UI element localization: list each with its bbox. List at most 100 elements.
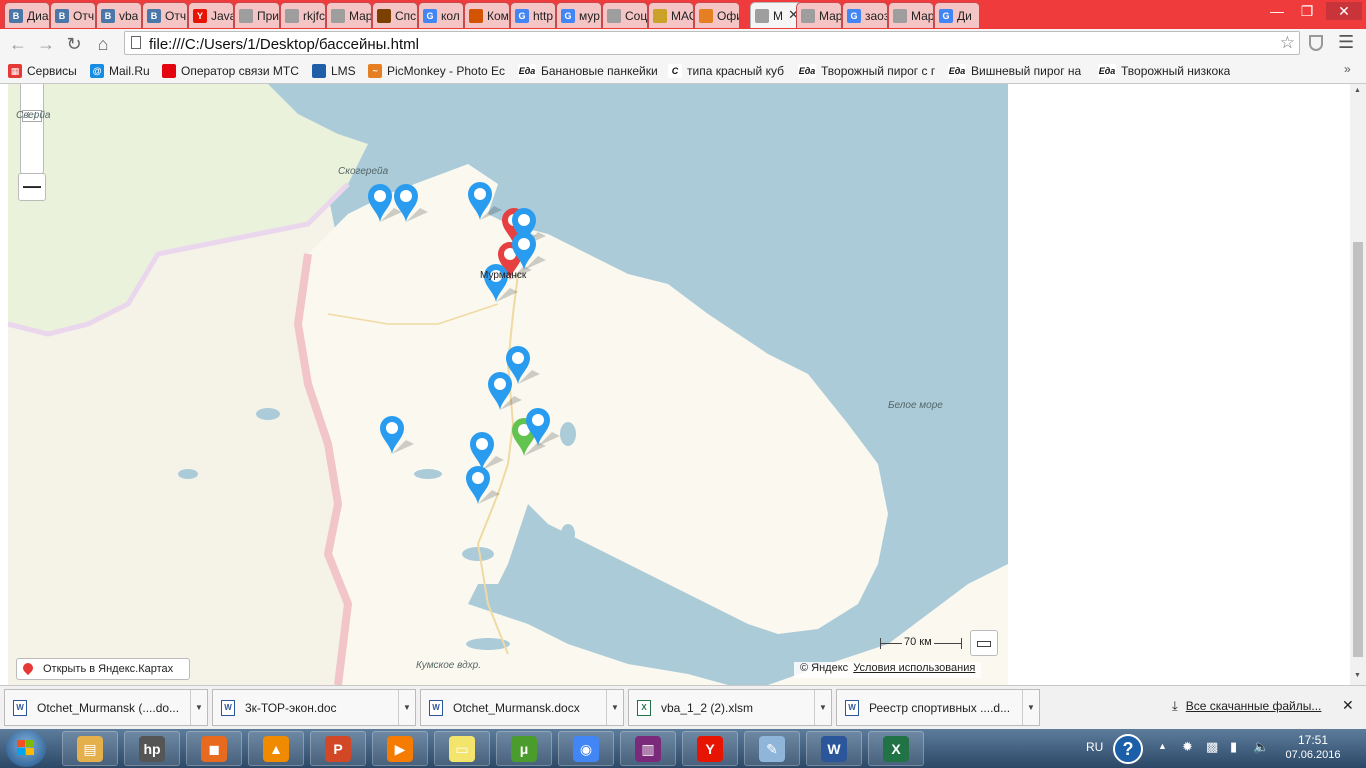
taskbar-explorer[interactable]: ▤ [62,731,118,766]
tab[interactable]: Gкол [418,2,464,28]
scroll-down-icon[interactable]: ▼ [1354,672,1361,679]
show-all-downloads-label: Все скачанные файлы... [1185,699,1322,713]
close-downloads-icon[interactable]: ✕ [1342,697,1354,714]
tab[interactable]: Офи [694,2,740,28]
tab[interactable]: В Отч [142,2,188,28]
taskbar-notepad[interactable]: ✎ [744,731,800,766]
clock-time: 17:51 [1297,733,1329,747]
bookmark-item[interactable]: Оператор связи МТС [162,62,299,80]
download-menu-icon[interactable]: ▼ [814,690,831,725]
taskbar-hp[interactable]: hp [124,731,180,766]
bookmark-item[interactable]: @ Mail.Ru [90,62,150,80]
bookmark-item[interactable]: Еда Вишневый пирог на [948,62,1081,80]
address-bar[interactable]: file:///C:/Users/1/Desktop/бассейны.html… [124,31,1300,55]
volume-icon[interactable]: 🔈 [1253,739,1269,755]
page-icon [239,8,253,23]
taskbar-winrar[interactable]: ▥ [620,731,676,766]
lake-4 [178,469,198,479]
bookmark-item[interactable]: Еда Банановые панкейки [518,62,658,80]
mts-icon [162,64,176,78]
taskbar-chrome[interactable]: ◉ [558,731,614,766]
zoom-out-button[interactable]: — [18,173,46,201]
taskbar-vlc[interactable]: ▲ [248,731,304,766]
download-item[interactable]: W Otchet_Murmansk.docx ▼ [420,689,624,726]
ruler-icon [977,641,991,647]
download-menu-icon[interactable]: ▼ [398,690,415,725]
forward-button[interactable]: → [36,34,56,54]
ruler-button[interactable] [970,630,998,656]
bookmark-label: Творожный пирог с г [821,64,936,78]
terms-link[interactable]: Условия использования [853,662,975,674]
tab[interactable]: Gмур [556,2,602,28]
more-bookmarks-icon[interactable]: » [1344,62,1351,76]
page-icon [331,8,345,23]
home-button[interactable]: ⌂ [93,34,113,54]
bookmark-item[interactable]: ~ PicMonkey - Photo Ec [368,62,505,80]
tab[interactable]: Ком [464,2,510,28]
taskbar-office-tools[interactable]: ◼ [186,731,242,766]
download-item[interactable]: W Реестр спортивных ....d... ▼ [836,689,1040,726]
tab[interactable]: Gзаоз [842,2,888,28]
start-button[interactable] [6,730,46,767]
show-all-downloads[interactable]: ⤓ Все скачанные файлы... [1172,698,1321,714]
close-window-button[interactable]: ✕ [1326,2,1362,20]
zoom-slider[interactable]: ⋮⋮ [20,84,44,174]
reload-button[interactable]: ↻ [64,34,84,54]
tab[interactable]: МАС [648,2,694,28]
download-item[interactable]: Xvba_1_2 (2).xlsm ▼ [628,689,832,726]
tab[interactable]: Y Java [188,2,234,28]
taskbar-yandex-browser[interactable]: Y [682,731,738,766]
tab[interactable]: Мар [888,2,934,28]
download-icon: ⤓ [1172,698,1178,713]
menu-icon[interactable]: ☰ [1338,32,1354,53]
tab[interactable]: G Ди [934,2,980,28]
clock[interactable]: 17:51 07.06.2016 [1280,733,1346,761]
scrollbar-thumb[interactable] [1353,242,1363,657]
download-menu-icon[interactable]: ▼ [1022,690,1039,725]
bookmark-item[interactable]: ▦ Сервисы [8,62,77,80]
tab[interactable]: Соц [602,2,648,28]
tab[interactable]: При [234,2,280,28]
open-in-yandex-maps-link[interactable]: Открыть в Яндекс.Картах [16,658,190,680]
vertical-scrollbar[interactable]: ▲ ▼ [1350,84,1366,685]
bookmark-star-icon[interactable]: ☆ [1280,33,1295,53]
tab[interactable]: Мар [326,2,372,28]
download-filename: Otchet_Murmansk.docx [453,700,580,715]
download-menu-icon[interactable]: ▼ [190,690,207,725]
tab[interactable]: В Диа [4,2,50,28]
network-icon[interactable]: ▩ [1206,739,1218,755]
tab-title: Отч [73,8,95,23]
taskbar-powerpoint[interactable]: P [310,731,366,766]
signal-icon[interactable]: ▮ [1230,739,1237,755]
tab[interactable]: Вvba [96,2,142,28]
bookmark-item[interactable]: Cтипа красный куб [668,62,784,80]
bookmark-label: Банановые панкейки [541,64,658,78]
bookmark-item[interactable]: Еда Творожный пирог с г [798,62,935,80]
taskbar-excel[interactable]: X [868,731,924,766]
scroll-up-icon[interactable]: ▲ [1354,87,1361,94]
taskbar-media-player[interactable]: ▶ [372,731,428,766]
tray-expand-icon[interactable]: ▲ [1158,741,1167,751]
taskbar-sticky-notes[interactable]: ▭ [434,731,490,766]
google-icon: G [561,8,575,23]
download-item[interactable]: W Otchet_Murmansk (....do... ▼ [4,689,208,726]
taskbar-utorrent[interactable]: μ [496,731,552,766]
minimize-button[interactable]: — [1264,2,1290,20]
shield-icon[interactable] [1309,35,1323,51]
yandex-map[interactable]: ⋮⋮ — Сверйа Скогерейа Мурманск Белое мор… [8,84,1008,685]
bookmark-item[interactable]: Еда Творожный низкока [1098,62,1230,80]
taskbar-word[interactable]: W [806,731,862,766]
download-item[interactable]: W 3к-ТОР-экон.doc ▼ [212,689,416,726]
bookmark-item[interactable]: LMS [312,62,356,80]
maximize-button[interactable]: ❐ [1294,2,1320,20]
help-icon[interactable]: ? [1113,734,1143,764]
tab[interactable]: В Отч [50,2,96,28]
tab[interactable]: Спс [372,2,418,28]
tab[interactable]: Ghttp [510,2,556,28]
tray-app-icon[interactable]: ✹ [1182,739,1193,755]
back-button[interactable]: ← [8,34,28,54]
download-menu-icon[interactable]: ▼ [606,690,623,725]
tab[interactable]: rkjfc [280,2,326,28]
language-indicator[interactable]: RU [1086,740,1103,754]
tab[interactable]: Мар [796,2,842,28]
